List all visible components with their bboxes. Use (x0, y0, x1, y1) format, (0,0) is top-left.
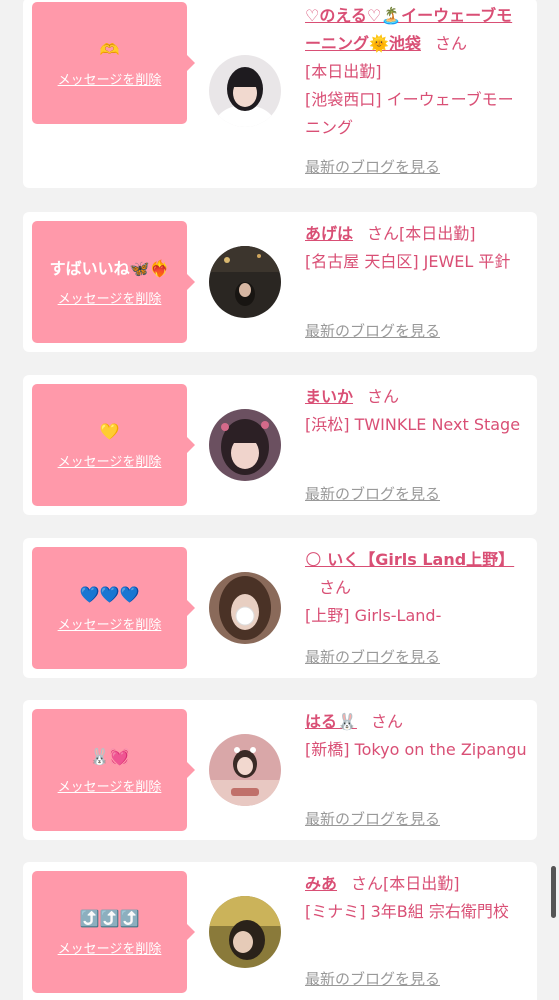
sender-info: はる🐰 さん [新橋] Tokyo on the Zipangu (305, 708, 527, 764)
avatar[interactable] (209, 734, 281, 806)
sender-name[interactable]: ♡のえる♡🏝️イーウェーブモーニング🌞池袋 (305, 6, 512, 53)
honorific: さん (370, 712, 403, 731)
sender-name[interactable]: 🌕 いく【Girls Land上野】 (305, 550, 514, 569)
latest-blog-link[interactable]: 最新のブログを見る (305, 156, 440, 177)
latest-blog-link[interactable]: 最新のブログを見る (305, 808, 440, 829)
list-item: 💙💙💙 メッセージを削除 🌕 いく【Girls Land上野】さん [上野] G… (23, 538, 537, 678)
sender-name[interactable]: はる🐰 (305, 712, 357, 731)
avatar-photo (209, 572, 281, 644)
avatar[interactable] (209, 246, 281, 318)
message-text: 🫶 (99, 39, 120, 59)
sender-name[interactable]: あげは (305, 224, 353, 243)
shop-info: [名古屋 天白区] JEWEL 平針 (305, 252, 511, 271)
sender-info: まいか さん [浜松] TWINKLE Next Stage (305, 383, 527, 439)
message-text: 💙💙💙 (79, 584, 140, 604)
message-text: すばいいね🦋❤️‍🔥 (49, 258, 170, 278)
honorific: さん (351, 874, 384, 893)
avatar-photo (209, 734, 281, 806)
honorific: さん (434, 34, 467, 53)
message-bubble: 💛 メッセージを削除 (32, 384, 195, 506)
message-bubble: ⤴️⤴️⤴️ メッセージを削除 (32, 871, 195, 993)
avatar-photo (209, 55, 281, 127)
sender-info: あげは さん[本日出勤] [名古屋 天白区] JEWEL 平針 (305, 220, 527, 276)
avatar-photo (209, 896, 281, 968)
sender-info: ♡のえる♡🏝️イーウェーブモーニング🌞池袋 さん [本日出勤] [池袋西口] イー… (305, 2, 527, 142)
avatar[interactable] (209, 572, 281, 644)
shop-info: [新橋] Tokyo on the Zipangu (305, 740, 527, 759)
list-item: ⤴️⤴️⤴️ メッセージを削除 みあ さん[本日出勤] [ミナミ] 3年B組 宗右… (23, 862, 537, 1000)
delete-message-link[interactable]: メッセージを削除 (58, 288, 162, 307)
delete-message-link[interactable]: メッセージを削除 (58, 614, 162, 633)
message-text: ⤴️⤴️⤴️ (79, 908, 140, 928)
sender-info: 🌕 いく【Girls Land上野】さん [上野] Girls-Land- (305, 546, 527, 630)
delete-message-link[interactable]: メッセージを削除 (58, 451, 162, 470)
sender-name[interactable]: まいか (305, 387, 353, 406)
delete-message-link[interactable]: メッセージを削除 (58, 69, 162, 88)
latest-blog-link[interactable]: 最新のブログを見る (305, 968, 440, 989)
honorific: さん (319, 578, 352, 597)
scrollbar[interactable] (551, 866, 556, 918)
message-bubble: 🫶 メッセージを削除 (32, 2, 195, 124)
avatar-photo (209, 409, 281, 481)
latest-blog-link[interactable]: 最新のブログを見る (305, 646, 440, 667)
latest-blog-link[interactable]: 最新のブログを見る (305, 320, 440, 341)
avatar[interactable] (209, 55, 281, 127)
sender-name[interactable]: みあ (305, 874, 337, 893)
honorific: さん (367, 224, 400, 243)
work-status: [本日出勤] (305, 62, 382, 81)
shop-info: [浜松] TWINKLE Next Stage (305, 415, 521, 434)
sender-info: みあ さん[本日出勤] [ミナミ] 3年B組 宗右衛門校 (305, 870, 527, 926)
latest-blog-link[interactable]: 最新のブログを見る (305, 483, 440, 504)
avatar-photo (209, 246, 281, 318)
list-item: 💛 メッセージを削除 まいか さん [浜松] TWINKLE Next Stage… (23, 375, 537, 515)
delete-message-link[interactable]: メッセージを削除 (58, 776, 162, 795)
message-text: 💛 (99, 421, 120, 441)
message-text: 🐰💓 (89, 746, 130, 766)
shop-info: [ミナミ] 3年B組 宗右衛門校 (305, 902, 509, 921)
list-item: 🫶 メッセージを削除 ♡のえる♡🏝️イーウェーブモーニング🌞池袋 さん [本日出勤… (23, 0, 537, 188)
shop-info: [池袋西口] イーウェーブモーニング (305, 90, 514, 137)
avatar[interactable] (209, 409, 281, 481)
shop-info: [上野] Girls-Land- (305, 606, 442, 625)
list-item: 🐰💓 メッセージを削除 はる🐰 さん [新橋] Tokyo on the Zipa… (23, 700, 537, 840)
honorific: さん (367, 387, 400, 406)
message-bubble: 🐰💓 メッセージを削除 (32, 709, 195, 831)
work-status: [本日出勤] (399, 224, 476, 243)
list-item: すばいいね🦋❤️‍🔥 メッセージを削除 あげは さん[本日出勤] [名古屋 天白区… (23, 212, 537, 352)
delete-message-link[interactable]: メッセージを削除 (58, 938, 162, 957)
message-bubble: 💙💙💙 メッセージを削除 (32, 547, 195, 669)
work-status: [本日出勤] (383, 874, 460, 893)
avatar[interactable] (209, 896, 281, 968)
message-bubble: すばいいね🦋❤️‍🔥 メッセージを削除 (32, 221, 195, 343)
